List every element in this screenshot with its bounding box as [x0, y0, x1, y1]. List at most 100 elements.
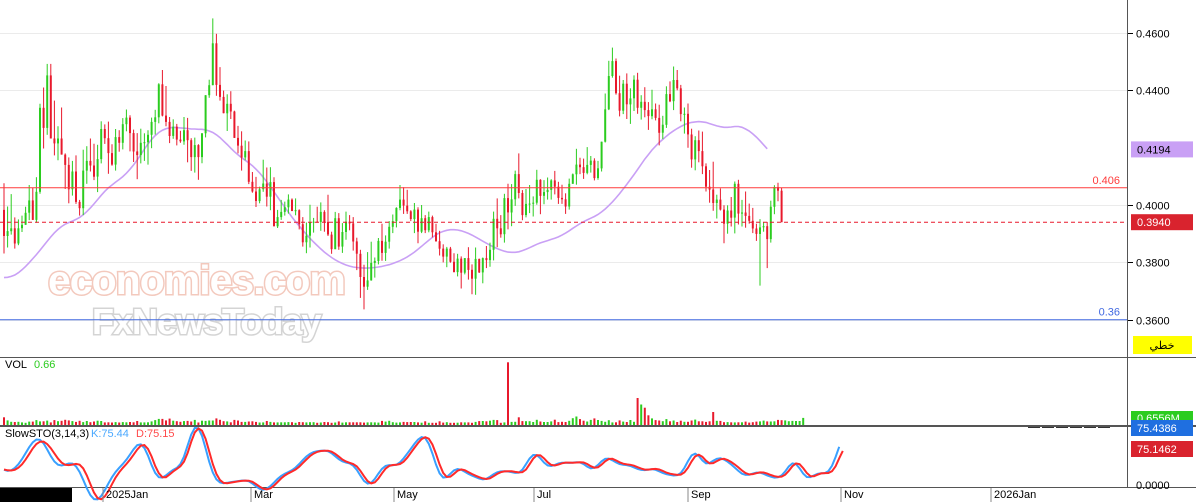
candle-body	[319, 211, 322, 222]
candle-body	[773, 187, 776, 207]
volume-bar	[546, 422, 549, 425]
candle-body	[676, 80, 679, 89]
candle-body	[514, 174, 517, 200]
candle-body	[658, 117, 661, 133]
candle-body	[510, 199, 513, 213]
candle-body	[543, 192, 545, 196]
candle-body	[373, 260, 376, 263]
candle-body	[715, 199, 718, 203]
volume-bar	[276, 422, 279, 425]
volume-bar	[615, 422, 617, 425]
time-tick-label: Sep	[691, 489, 711, 501]
candle-body	[769, 206, 772, 240]
price-tick-label: 0.3600	[1136, 316, 1170, 328]
oscillator-d-readout: D:75.15	[136, 428, 175, 440]
candle-body	[233, 111, 236, 138]
volume-bar	[168, 418, 171, 425]
volume-bar	[787, 421, 790, 425]
volume-bar	[568, 420, 571, 425]
volume-bar	[348, 422, 351, 425]
volume-bar	[222, 421, 225, 425]
candle-body	[388, 226, 391, 242]
candle-body	[53, 138, 56, 144]
candle-body	[597, 168, 599, 178]
volume-bar	[262, 422, 265, 425]
time-tick-label: Jul	[537, 489, 551, 501]
candle-body	[35, 191, 38, 220]
volume-bar	[791, 420, 794, 425]
volume-bar	[449, 422, 452, 425]
volume-bar	[654, 420, 657, 425]
candle-body	[748, 215, 751, 221]
candle-body	[294, 210, 297, 212]
volume-bar	[751, 422, 754, 425]
candle-body	[467, 258, 470, 270]
volume-bar	[489, 420, 491, 425]
watermark-line-1: economies.com	[48, 257, 345, 303]
volume-bar	[42, 421, 45, 425]
volume-bar	[417, 422, 419, 425]
volume-bar	[233, 419, 236, 425]
chart-canvas[interactable]: 0.4600 0.4400 0.4000 0.3800 0.3600 economies…	[0, 0, 1196, 502]
candle-body	[10, 228, 13, 232]
volume-bar	[651, 418, 653, 425]
volume-bar	[269, 421, 272, 425]
volume-bar	[341, 422, 344, 425]
volume-bar	[712, 412, 715, 425]
oscillator-k-tag-label: 75.4386	[1137, 423, 1177, 435]
candle	[233, 110, 236, 138]
volume-bar	[690, 420, 693, 425]
candle-body	[370, 262, 373, 281]
volume-bar	[89, 422, 92, 425]
candle-body	[582, 167, 585, 173]
volume-bar	[604, 421, 607, 425]
volume-plot-area[interactable]	[0, 358, 1127, 425]
candle-body	[445, 248, 448, 257]
candle-body	[744, 212, 747, 216]
volume-bar	[561, 421, 563, 425]
candle	[600, 141, 603, 172]
volume-bar	[251, 421, 254, 425]
candle-body	[384, 241, 387, 253]
candle-body	[669, 94, 671, 102]
volume-bar	[283, 422, 286, 425]
volume-bar	[661, 421, 664, 425]
volume-bar	[669, 421, 671, 425]
candle-body	[111, 153, 113, 165]
volume-bar	[100, 421, 103, 425]
volume-bar	[64, 419, 67, 425]
candle-body	[208, 85, 211, 96]
volume-bar	[679, 420, 682, 425]
volume-bar	[388, 420, 391, 425]
volume-bar	[139, 422, 142, 425]
volume-bar	[471, 422, 473, 425]
candle-body	[521, 193, 524, 216]
candle-body	[327, 221, 329, 235]
volume-bar	[694, 419, 697, 425]
candle-body	[67, 164, 70, 190]
volume-bar	[111, 422, 113, 425]
candle-body	[478, 258, 481, 273]
volume-bar	[93, 421, 95, 425]
candle-body	[57, 138, 59, 144]
chart-mode-button-label[interactable]: خطي	[1150, 340, 1175, 352]
candle-body	[435, 232, 437, 242]
volume-bar	[201, 420, 203, 425]
candle-body	[553, 180, 556, 187]
candle-body	[201, 133, 203, 158]
candle-body	[535, 179, 538, 203]
candle-body	[557, 186, 560, 198]
volume-bar	[154, 420, 157, 425]
candle-body	[237, 137, 239, 146]
volume-readout: 0.66	[34, 359, 55, 371]
candle	[204, 95, 207, 138]
candle-body	[485, 258, 488, 261]
candle-body	[273, 182, 275, 227]
candle-body	[359, 253, 362, 277]
chart-mode-button[interactable]: خطي	[1133, 336, 1192, 354]
candle-body	[424, 218, 427, 231]
candle-body	[183, 130, 185, 142]
candle-body	[247, 151, 250, 182]
candle-body	[154, 117, 157, 122]
candle-body	[49, 75, 52, 139]
